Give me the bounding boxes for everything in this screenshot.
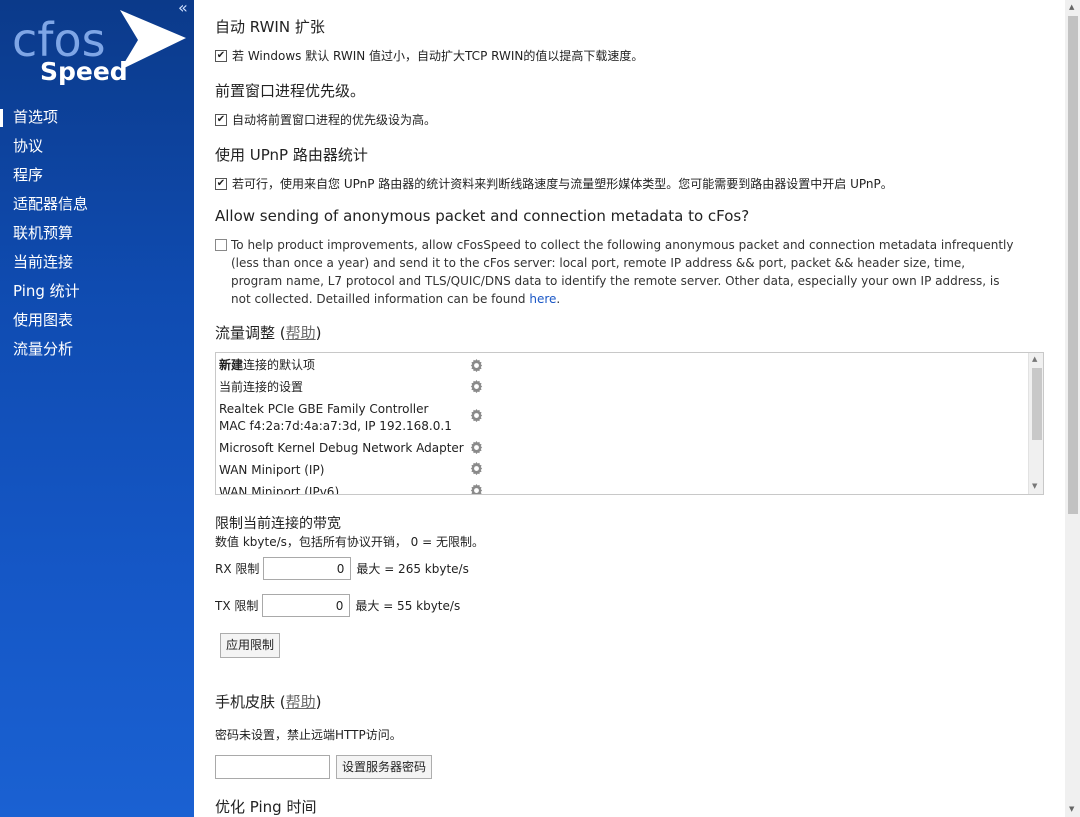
shaping-row-current-connections[interactable]: 当前连接的设置 [219,379,303,396]
gear-icon[interactable] [469,358,484,373]
shaping-row-wan-ip[interactable]: WAN Miniport (IP) [219,462,324,479]
shaping-row-wan-ipv6[interactable]: WAN Miniport (IPv6) [219,484,339,494]
traffic-shaping-title: 流量调整 [215,324,276,342]
optimize-ping-heading: 优化 Ping 时间 [215,798,317,816]
sidebar-item-ping-stats[interactable]: Ping 统计 [0,277,194,306]
tx-max-label: 最大 = 55 kbyte/s [355,599,461,613]
page-scroll-down-icon[interactable]: ▼ [1069,805,1074,813]
foreground-priority-label: 自动将前置窗口进程的优先级设为高。 [232,113,437,127]
metadata-description: To help product improvements, allow cFos… [215,236,1015,308]
sidebar-item-preferences[interactable]: 首选项 [0,103,194,132]
mobile-skin-title: 手机皮肤 [215,693,276,711]
upnp-heading: 使用 UPnP 路由器统计 [215,146,368,164]
help-paren-close: ) [315,324,322,342]
rx-limit-row: RX 限制 最大 = 265 kbyte/s [215,557,469,580]
traffic-shaping-heading: 流量调整 (帮助) [215,322,322,343]
tx-limit-input[interactable] [262,594,351,617]
sidebar-item-protocols[interactable]: 协议 [0,132,194,161]
scroll-up-icon[interactable]: ▲ [1032,355,1037,363]
tx-limit-label: TX 限制 [215,599,259,613]
gear-icon[interactable] [469,440,484,455]
upnp-checkbox-label: 若可行，使用来自您 UPnP 路由器的统计资料来判断线路速度与流量塑形媒体类型。… [232,177,893,191]
collapse-sidebar-icon[interactable]: « [178,0,188,16]
rwin-checkbox-label: 若 Windows 默认 RWIN 值过小，自动扩大TCP RWIN的值以提高下… [232,49,644,63]
server-password-input[interactable] [215,755,330,779]
adapter-name: Realtek PCIe GBE Family Controller [219,402,429,416]
page-scrollbar[interactable]: ▲ ▼ [1065,0,1080,817]
sidebar-item-online-budget[interactable]: 联机预算 [0,219,194,248]
mobile-skin-help-link[interactable]: 帮助 [286,693,316,711]
sidebar-item-traffic-analysis[interactable]: 流量分析 [0,335,194,364]
bandwidth-limit-heading: 限制当前连接的带宽 [215,516,341,532]
shaping-row-realtek[interactable]: Realtek PCIe GBE Family Controller MAC f4… [219,401,452,435]
shaping-list-scrollbar[interactable]: ▲ ▼ [1028,353,1043,494]
foreground-priority-heading: 前置窗口进程优先级。 [215,82,366,100]
foreground-priority-checkbox[interactable]: ✔ [215,113,227,126]
sidebar-item-usage-charts[interactable]: 使用图表 [0,306,194,335]
sidebar-nav: 首选项 协议 程序 适配器信息 联机预算 当前连接 Ping 统计 使用图表 流… [0,103,194,364]
metadata-text-end: . [556,292,561,306]
set-server-password-button[interactable]: 设置服务器密码 [336,755,433,779]
sidebar-item-programs[interactable]: 程序 [0,161,194,190]
password-status: 密码未设置，禁止远端HTTP访问。 [215,728,402,742]
sidebar: cfos Speed « 首选项 协议 程序 适配器信息 联机预算 当前连接 P… [0,0,194,817]
traffic-shaping-help-link[interactable]: 帮助 [286,324,316,342]
bandwidth-limit-hint: 数值 kbyte/s，包括所有协议开销， 0 = 无限制。 [215,535,484,549]
logo-text-speed: Speed [40,57,128,86]
sidebar-item-adapter-info[interactable]: 适配器信息 [0,190,194,219]
scroll-down-icon[interactable]: ▼ [1032,482,1037,490]
rx-max-label: 最大 = 265 kbyte/s [356,562,469,576]
rwin-option[interactable]: ✔ 若 Windows 默认 RWIN 值过小，自动扩大TCP RWIN的值以提… [215,47,643,64]
gear-icon[interactable] [469,379,484,394]
shaping-row-bold: 新建 [219,358,244,372]
apply-limit-button[interactable]: 应用限制 [220,633,281,658]
metadata-text: To help product improvements, allow cFos… [231,238,1014,306]
tx-limit-row: TX 限制 最大 = 55 kbyte/s [215,594,460,617]
mobile-skin-heading: 手机皮肤 (帮助) [215,691,322,712]
metadata-option: To help product improvements, allow cFos… [215,236,1015,308]
cfos-speed-logo: cfos Speed [12,10,186,86]
scroll-thumb[interactable] [1032,368,1042,440]
help-paren-close: ) [315,693,322,711]
metadata-heading: Allow sending of anonymous packet and co… [215,207,750,225]
rwin-checkbox[interactable]: ✔ [215,49,227,62]
upnp-checkbox[interactable]: ✔ [215,177,227,190]
page-scroll-up-icon[interactable]: ▲ [1069,3,1074,11]
shaping-row-kernel-debug[interactable]: Microsoft Kernel Debug Network Adapter [219,440,464,457]
metadata-checkbox[interactable] [215,239,227,251]
preferences-content: 自动 RWIN 扩张 ✔ 若 Windows 默认 RWIN 值过小，自动扩大T… [215,0,1050,817]
foreground-priority-option[interactable]: ✔ 自动将前置窗口进程的优先级设为高。 [215,111,436,128]
gear-icon[interactable] [469,461,484,476]
rwin-heading: 自动 RWIN 扩张 [215,18,325,36]
page-scroll-thumb[interactable] [1068,16,1078,514]
upnp-option[interactable]: ✔ 若可行，使用来自您 UPnP 路由器的统计资料来判断线路速度与流量塑形媒体类… [215,175,893,192]
shaping-row-new-connections[interactable]: 新建连接的默认项 [219,357,315,374]
adapter-mac-ip: MAC f4:2a:7d:4a:a7:3d, IP 192.168.0.1 [219,419,452,433]
rx-limit-label: RX 限制 [215,562,260,576]
metadata-here-link[interactable]: here [529,292,556,306]
traffic-shaping-list[interactable]: 新建连接的默认项 当前连接的设置 Realtek PCIe GBE Family… [215,352,1044,495]
gear-icon[interactable] [469,408,484,423]
sidebar-item-connections[interactable]: 当前连接 [0,248,194,277]
shaping-row-label: 连接的默认项 [243,358,316,372]
rx-limit-input[interactable] [263,557,352,580]
gear-icon[interactable] [469,483,484,495]
